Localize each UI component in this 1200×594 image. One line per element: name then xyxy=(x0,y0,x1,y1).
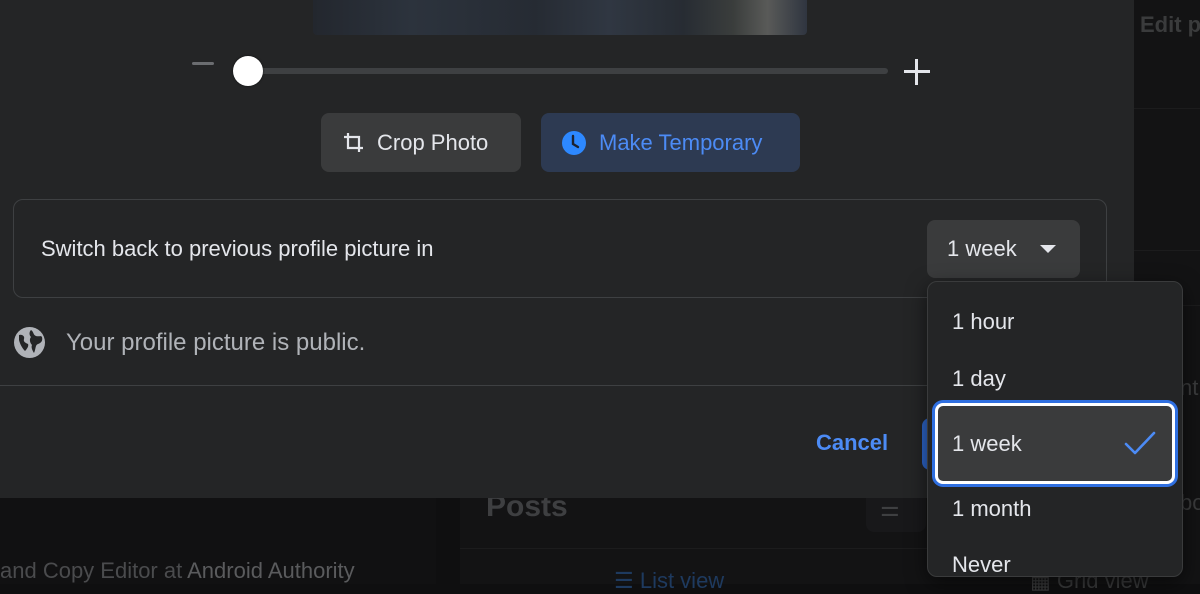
background-edit-profile-text: Edit p xyxy=(1140,12,1200,37)
zoom-slider-track[interactable] xyxy=(236,68,888,74)
crop-photo-button[interactable]: Crop Photo xyxy=(321,113,521,172)
background-text-fragment: bo xyxy=(1180,490,1200,515)
background-divider xyxy=(1134,250,1200,251)
background-list-view-tab: ☰ List view xyxy=(614,568,725,593)
caret-down-icon xyxy=(1040,245,1056,253)
make-temporary-label: Make Temporary xyxy=(599,129,763,155)
duration-selected-value: 1 week xyxy=(947,236,1017,261)
dropdown-option-1-week[interactable]: 1 week xyxy=(952,431,1022,457)
dropdown-option-1-day[interactable]: 1 day xyxy=(952,366,1006,392)
cancel-button[interactable]: Cancel xyxy=(816,430,888,456)
crop-photo-label: Crop Photo xyxy=(377,129,489,155)
dropdown-option-1-hour[interactable]: 1 hour xyxy=(952,309,1014,335)
plus-icon[interactable] xyxy=(904,59,930,85)
author-role-text: and Copy Editor at xyxy=(0,558,188,583)
background-divider xyxy=(1134,108,1200,109)
zoom-slider-thumb[interactable] xyxy=(233,56,263,86)
globe-icon xyxy=(14,327,45,358)
checkmark-icon xyxy=(1124,431,1156,455)
switch-back-label: Switch back to previous profile picture … xyxy=(41,236,434,261)
make-temporary-button[interactable]: Make Temporary xyxy=(541,113,800,172)
filter-sliders-icon: ⚌ xyxy=(880,496,900,521)
clock-icon xyxy=(562,130,586,155)
profile-photo-preview xyxy=(313,0,807,35)
dropdown-option-1-month[interactable]: 1 month xyxy=(952,496,1032,522)
author-company-text: Android Authority xyxy=(187,558,355,583)
minus-icon[interactable] xyxy=(192,62,214,65)
crop-icon xyxy=(344,132,363,152)
dropdown-option-never[interactable]: Never xyxy=(952,552,1011,578)
duration-select[interactable]: 1 week xyxy=(927,220,1080,278)
privacy-notice: Your profile picture is public. xyxy=(13,326,365,359)
privacy-text: Your profile picture is public. xyxy=(66,328,366,356)
background-author-line: and Copy Editor at Android Authority xyxy=(0,558,355,584)
